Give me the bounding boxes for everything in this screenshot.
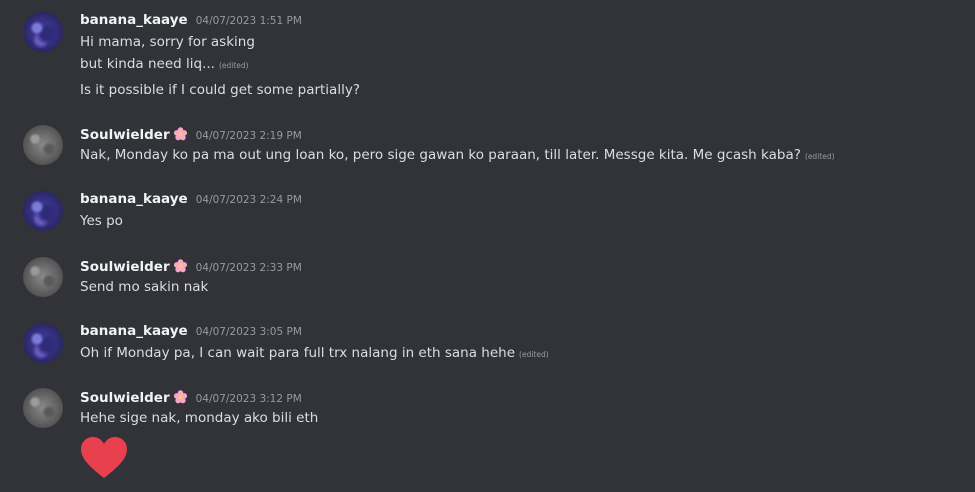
message-text: Hehe sige nak, monday ako bili eth (80, 410, 319, 426)
message-header: banana_kaaye 04/07/2023 1:51 PM (80, 12, 302, 30)
edited-label: (edited) (519, 350, 549, 359)
message-header: Soulwielder 04/07/2023 2:33 PM (80, 257, 302, 275)
flower-icon (173, 259, 187, 273)
username[interactable]: banana_kaaye (80, 323, 188, 339)
flower-icon (173, 127, 187, 141)
chat-log: banana_kaaye 04/07/2023 1:51 PM Hi mama,… (0, 0, 975, 492)
message-header: Soulwielder 04/07/2023 3:12 PM (80, 388, 302, 406)
timestamp: 04/07/2023 2:24 PM (195, 194, 302, 206)
edited-label: (edited) (218, 61, 249, 70)
message-text: but kinda need liq... (80, 56, 215, 72)
message-header: banana_kaaye 04/07/2023 2:24 PM (80, 191, 302, 209)
avatar[interactable] (23, 257, 63, 297)
avatar[interactable] (23, 12, 63, 52)
username[interactable]: Soulwielder (80, 127, 170, 143)
message-header: Soulwielder 04/07/2023 2:19 PM (80, 125, 302, 143)
username[interactable]: Soulwielder (80, 390, 170, 406)
message-header: banana_kaaye 04/07/2023 3:05 PM (80, 323, 302, 341)
username[interactable]: banana_kaaye (80, 191, 188, 207)
message-text-line: Nak, Monday ko pa ma out ung loan ko, pe… (80, 147, 835, 163)
username[interactable]: Soulwielder (80, 259, 170, 275)
timestamp: 04/07/2023 2:33 PM (195, 262, 302, 274)
message-text: Send mo sakin nak (80, 279, 209, 295)
edited-label: (edited) (804, 152, 835, 161)
message-text: Hi mama, sorry for asking (80, 34, 255, 50)
username[interactable]: banana_kaaye (80, 12, 188, 28)
flower-icon (173, 390, 187, 404)
message-text: Is it possible if I could get some parti… (80, 82, 360, 98)
message-text: Yes po (80, 213, 123, 229)
message-text-line: Oh if Monday pa, I can wait para full tr… (80, 345, 549, 361)
timestamp: 04/07/2023 3:05 PM (195, 326, 302, 338)
message-text: Oh if Monday pa, I can wait para full tr… (80, 345, 516, 361)
avatar[interactable] (23, 323, 63, 363)
timestamp: 04/07/2023 3:12 PM (195, 393, 302, 405)
avatar[interactable] (23, 125, 63, 165)
timestamp: 04/07/2023 2:19 PM (195, 130, 302, 142)
red-heart-icon[interactable] (80, 436, 128, 480)
message-text-line: but kinda need liq... (edited) (80, 56, 249, 72)
timestamp: 04/07/2023 1:51 PM (195, 15, 302, 27)
message-text: Nak, Monday ko pa ma out ung loan ko, pe… (80, 147, 801, 163)
avatar[interactable] (23, 388, 63, 428)
avatar[interactable] (23, 191, 63, 231)
